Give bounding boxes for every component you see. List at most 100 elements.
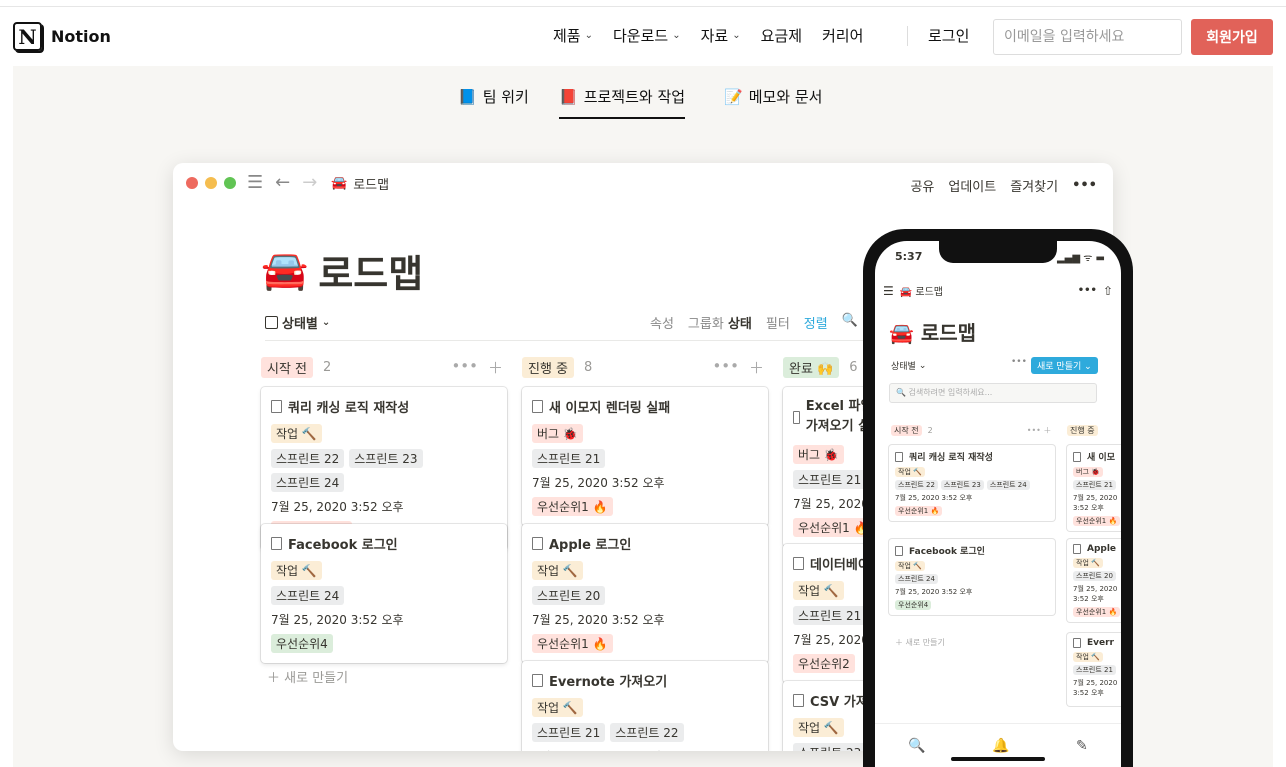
page-icon [1073, 638, 1081, 648]
minimize-dot-icon[interactable] [205, 177, 217, 189]
status-label: 완료 🙌 [783, 356, 840, 378]
type-tag: 작업 🔨 [1073, 652, 1103, 662]
back-arrow-icon[interactable]: ← [275, 172, 290, 193]
group-button[interactable]: 그룹화 상태 [688, 313, 752, 332]
board-card[interactable]: 새 이모지 렌더링 실패 버그 🐞 스프린트 21 7월 25, 2020 3:… [522, 387, 768, 526]
card-date: 7월 25, 2020 3:52 오후 [895, 494, 973, 502]
status-label: 진행 중 [522, 356, 575, 378]
phone-board-card[interactable]: 쿼리 캐싱 로직 재작성 작업 🔨 스프린트 22 스프린트 23 스프린트 24 … [889, 445, 1055, 521]
sort-button[interactable]: 정렬 [804, 313, 828, 332]
more-icon[interactable]: ••• ＋ [1027, 425, 1052, 436]
group-value: 상태 [727, 317, 752, 332]
menu-item-resources[interactable]: 자료 ⌄ [701, 25, 741, 46]
board-card[interactable]: Apple 로그인 작업 🔨 스프린트 20 7월 25, 2020 3:52 … [522, 524, 768, 663]
phone-column-header: 시작 전 2 ••• ＋ [891, 425, 1051, 436]
menu-label: 커리어 [822, 27, 864, 45]
favorites-button[interactable]: 즐겨찾기 [1010, 176, 1058, 195]
tab-notes-docs[interactable]: 📝 메모와 문서 [724, 86, 822, 117]
phone-column-header: 진행 중 [1067, 425, 1098, 436]
close-dot-icon[interactable] [186, 177, 198, 189]
tab-projects-tasks[interactable]: 📕 프로젝트와 작업 [559, 86, 686, 119]
properties-button[interactable]: 속성 [650, 313, 674, 332]
filter-button[interactable]: 필터 [766, 313, 790, 332]
type-tag: 작업 🔨 [271, 424, 322, 443]
board-column: 진행 중 8 ••• ＋ [522, 355, 772, 379]
page-title-text: 로드맵 [318, 252, 424, 296]
email-input[interactable]: 이메일을 입력하세요 [993, 19, 1182, 55]
page-icon [895, 545, 903, 556]
share-icon[interactable]: ⇧ [1103, 284, 1113, 298]
toolbar-actions: 속성 그룹화 상태 필터 정렬 🔍 [650, 313, 858, 332]
board-view-icon [265, 316, 278, 329]
type-tag: 작업 🔨 [895, 467, 925, 477]
phone-header: ☰ 🚘 로드맵 ••• ⇧ [883, 283, 1113, 299]
phone-board-card[interactable]: Apple 작업 🔨 스프린트 20 7월 25, 2020 3:52 오후 우… [1067, 539, 1121, 622]
priority-tag: 우선순위4 [895, 600, 932, 610]
column-count: 6 [849, 359, 858, 375]
login-link[interactable]: 로그인 [928, 25, 969, 46]
more-options-icon[interactable]: ••• [1072, 178, 1097, 193]
view-label: 상태별 [282, 317, 318, 332]
updates-button[interactable]: 업데이트 [948, 176, 996, 195]
add-icon[interactable]: ＋ [488, 357, 503, 378]
breadcrumb[interactable]: 🚘 로드맵 [331, 174, 389, 193]
add-icon[interactable]: ＋ [749, 357, 764, 378]
chevron-down-icon: ⌄ [672, 30, 681, 41]
hamburger-menu-icon[interactable]: ☰ [247, 172, 263, 193]
new-button-label: 새로 만들기 [1037, 362, 1082, 372]
sprint-tag: 스프린트 21 [793, 606, 867, 625]
page-icon [895, 451, 903, 462]
phone-board-card[interactable]: 새 이모 버그 🐞 스프린트 21 7월 25, 2020 3:52 오후 우선… [1067, 445, 1121, 531]
status-label: 진행 중 [1067, 425, 1098, 436]
hamburger-menu-icon[interactable]: ☰ [883, 284, 894, 298]
view-selector[interactable]: 상태별 ⌄ [265, 313, 330, 332]
new-card-button[interactable]: ＋ 새로 만들기 [267, 667, 348, 686]
card-date: 7월 25, 2020 3:52 오후 [1073, 679, 1118, 697]
bell-icon[interactable]: 🔔 [992, 738, 1009, 754]
phone-breadcrumb[interactable]: 🚘 로드맵 [900, 283, 943, 298]
card-date: 7월 25, 2020 3:52 오후 [271, 500, 404, 514]
page-icon [532, 400, 543, 413]
menu-item-careers[interactable]: 커리어 [822, 25, 863, 46]
phone-view-selector[interactable]: 상태별 ⌄ [891, 359, 926, 373]
card-date: 7월 25, 2020 3:52 오후 [532, 613, 665, 627]
window-titlebar: ☰ ← → 🚘 로드맵 공유 업데이트 즐겨찾기 ••• [173, 163, 1113, 205]
menu-item-download[interactable]: 다운로드 ⌄ [613, 25, 681, 46]
phone-board-card[interactable]: Everr 작업 🔨 스프린트 21 7월 25, 2020 3:52 오후 [1067, 633, 1121, 706]
card-date: 7월 25, 2020 3:52 오후 [895, 588, 973, 596]
phone-search-input[interactable]: 🔍 검색하려면 입력하세요... [889, 383, 1097, 403]
phone-board-card[interactable]: Facebook 로그인 작업 🔨 스프린트 24 7월 25, 2020 3:… [889, 539, 1055, 615]
card-date: 7월 25, 2020 3:52 오후 [271, 613, 404, 627]
share-button[interactable]: 공유 [910, 176, 934, 195]
more-icon[interactable]: ••• [712, 357, 739, 378]
board-card[interactable]: Facebook 로그인 작업 🔨 스프린트 24 7월 25, 2020 3:… [261, 524, 507, 663]
board-card[interactable]: Evernote 가져오기 작업 🔨 스프린트 21스프린트 22 7월 25,… [522, 661, 768, 751]
signup-button[interactable]: 회원가입 [1191, 19, 1273, 55]
maximize-dot-icon[interactable] [224, 177, 236, 189]
more-options-icon[interactable]: ••• [1078, 285, 1097, 296]
priority-tag: 우선순위4 [271, 634, 333, 653]
sprint-tag: 스프린트 22 [271, 449, 345, 468]
new-label: 새로 만들기 [905, 638, 945, 647]
card-title: 새 이모 [1087, 453, 1115, 463]
phone-new-button[interactable]: 새로 만들기 ⌄ [1031, 357, 1098, 374]
more-icon[interactable]: ••• [451, 357, 478, 378]
sprint-tag: 스프린트 24 [986, 480, 1030, 490]
search-placeholder: 검색하려면 입력하세요... [908, 388, 993, 397]
car-icon: 🚘 [331, 176, 348, 191]
column-header: 시작 전 2 ••• ＋ [261, 355, 511, 379]
new-label: 새로 만들기 [284, 671, 349, 686]
menu-item-product[interactable]: 제품 ⌄ [553, 25, 593, 46]
notion-logo[interactable]: N Notion [13, 22, 111, 51]
top-border [0, 0, 1286, 7]
more-icon[interactable]: ••• [1011, 357, 1027, 367]
forward-arrow-icon[interactable]: → [302, 172, 317, 193]
search-icon[interactable]: 🔍 [842, 313, 858, 332]
phone-new-card-button[interactable]: ＋ 새로 만들기 [895, 637, 945, 648]
card-date: 7월 25, 2020 3:52 오후 [532, 748, 758, 751]
search-icon[interactable]: 🔍 [908, 738, 925, 754]
tab-team-wiki[interactable]: 📘 팀 위키 [458, 86, 529, 117]
compose-icon[interactable]: ✎ [1076, 738, 1088, 754]
menu-item-pricing[interactable]: 요금제 [761, 25, 802, 46]
status-label: 시작 전 [261, 356, 314, 378]
